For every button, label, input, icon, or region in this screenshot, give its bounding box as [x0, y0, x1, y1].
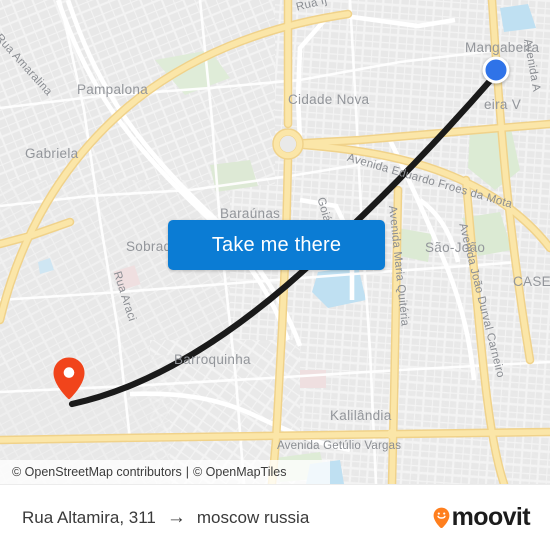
moovit-logo[interactable]: moovit [433, 503, 550, 532]
route-summary: Rua Altamira, 311 → moscow russia [0, 508, 433, 528]
map-pin-icon [53, 357, 85, 399]
map-canvas[interactable]: Pampalona Gabriela Cidade Nova Mangabeira Ba… [0, 0, 550, 484]
moovit-wordmark: moovit [451, 503, 531, 531]
moovit-route-screen: Pampalona Gabriela Cidade Nova Mangabeira Ba… [0, 0, 550, 550]
arrow-right-icon: → [166, 507, 186, 528]
route-destination-label: moscow russia [196, 507, 310, 527]
moovit-pin-icon [433, 507, 450, 528]
take-me-there-button[interactable]: Take me there [168, 220, 385, 270]
origin-marker[interactable] [482, 56, 510, 84]
route-origin-label: Rua Altamira, 311 [22, 507, 156, 527]
map-attribution: © OpenStreetMap contributors | © OpenMap… [0, 460, 330, 484]
attribution-separator: | [185, 465, 189, 479]
route-footer: Rua Altamira, 311 → moscow russia moovit [0, 484, 550, 550]
attribution-tiles-link[interactable]: © OpenMapTiles [193, 465, 287, 479]
destination-marker[interactable] [52, 356, 86, 400]
attribution-osm-link[interactable]: © OpenStreetMap contributors [12, 465, 182, 479]
